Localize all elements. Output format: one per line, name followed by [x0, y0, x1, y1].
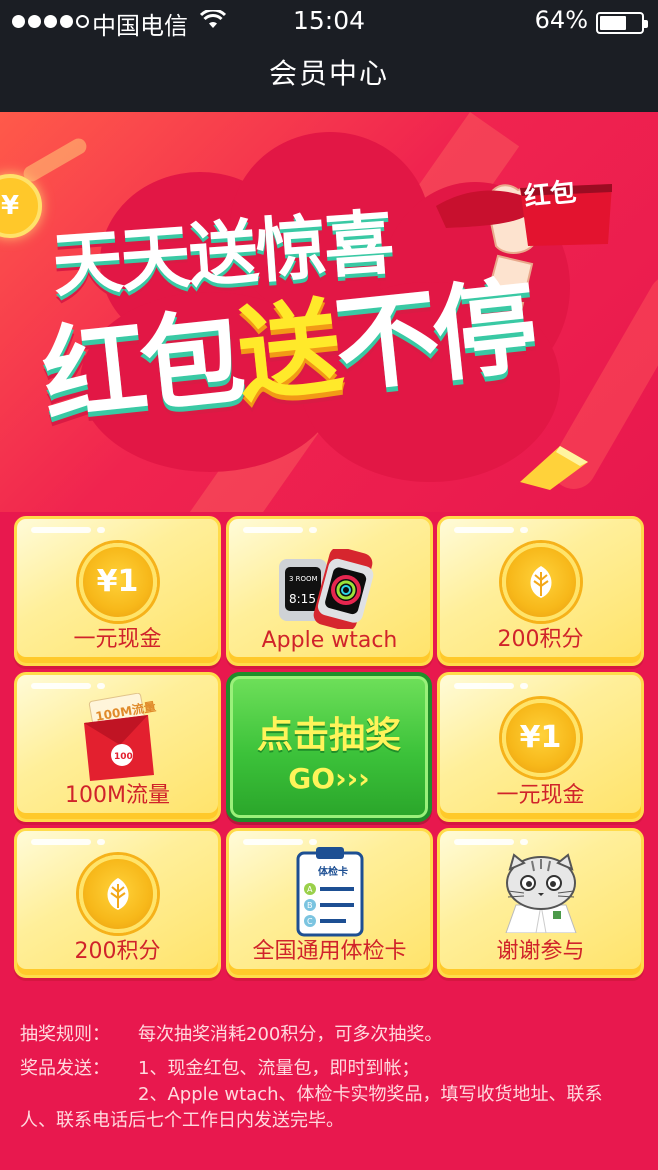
prize-cell-apple-watch: 3 ROOM 8:15 Apple wtach [226, 516, 433, 666]
status-bar: 中国电信 15:04 64% [0, 0, 658, 44]
prize-cell-points: 200积分 [14, 828, 221, 978]
draw-rule: 抽奖规则： 每次抽奖消耗200积分，可多次抽奖。 [20, 1022, 645, 1048]
prize-cell-cash: ¥1 一元现金 [437, 672, 644, 822]
draw-button-go: GO››› [288, 762, 370, 795]
cat-doctor-icon [496, 849, 586, 937]
prize-cell-checkup-card: 体检卡 A B C 全国通用体检卡 [226, 828, 433, 978]
promo-banner: ¥ 红包 天天送惊喜 红包送不停 [0, 112, 658, 512]
prize-label: 100M流量 [65, 783, 170, 808]
svg-text:C: C [307, 917, 313, 926]
battery-percent: 64% [534, 6, 588, 34]
delivery-line: 2、Apple wtach、体检卡实物奖品，填写收货地址、联系 [138, 1084, 603, 1105]
prize-label: 一元现金 [496, 783, 585, 808]
prize-cell-data-pack: 100M流量 100 100M流量 [14, 672, 221, 822]
cash-coin-icon: ¥1 [78, 543, 157, 621]
prize-label: 200积分 [497, 627, 584, 652]
delivery-line: 人、联系电话后七个工作日内发送完毕。 [20, 1110, 344, 1131]
apple-watch-icon: 3 ROOM 8:15 [275, 546, 385, 633]
svg-text:100: 100 [114, 752, 133, 762]
prize-label: 全国通用体检卡 [252, 939, 407, 964]
banner-streak [20, 135, 90, 185]
delivery-key: 奖品发送： [20, 1058, 110, 1079]
prize-cell-points: 200积分 [437, 516, 644, 666]
points-coin-icon [501, 543, 580, 621]
page-title: 会员中心 [268, 57, 389, 90]
prize-cell-thanks: 谢谢参与 [437, 828, 644, 978]
rule-text: 每次抽奖消耗200积分，可多次抽奖。 [138, 1024, 443, 1045]
prize-cell-cash: ¥1 一元现金 [14, 516, 221, 666]
prize-label: 一元现金 [73, 627, 162, 652]
top-bar: 中国电信 15:04 64% 会员中心 [0, 0, 658, 112]
rule-key: 抽奖规则： [20, 1024, 110, 1045]
prize-label: 200积分 [74, 939, 161, 964]
prize-label: Apple wtach [261, 628, 398, 653]
gold-shard-icon [520, 446, 588, 490]
svg-text:A: A [307, 885, 313, 894]
delivery-line: 1、现金红包、流量包，即时到帐； [138, 1058, 420, 1079]
delivery-rule: 奖品发送： 1、现金红包、流量包，即时到帐； 2、Apple wtach、体检卡… [20, 1056, 645, 1108]
cash-coin-icon: ¥1 [501, 699, 580, 777]
points-coin-icon [78, 855, 157, 933]
rules-section: 抽奖规则： 每次抽奖消耗200积分，可多次抽奖。 奖品发送： 1、现金红包、流量… [20, 1022, 645, 1134]
draw-button[interactable]: 点击抽奖 GO››› [226, 672, 432, 822]
yuan-coin-icon: ¥ [0, 174, 42, 238]
draw-button-title: 点击抽奖 [256, 715, 401, 756]
prize-label: 谢谢参与 [496, 939, 585, 964]
checkup-card-icon: 体检卡 A B C [292, 845, 368, 941]
flag-label: 红包 [522, 177, 578, 213]
data-envelope-icon: 100M流量 100 [78, 692, 158, 787]
prize-grid: ¥1 一元现金 3 ROOM 8:15 Apple wtach 200积分 10… [14, 516, 644, 978]
svg-text:8:15: 8:15 [289, 592, 316, 606]
svg-text:3 ROOM: 3 ROOM [289, 575, 318, 583]
battery-icon [596, 12, 648, 34]
svg-text:体检卡: 体检卡 [318, 865, 348, 878]
svg-text:B: B [307, 901, 313, 910]
